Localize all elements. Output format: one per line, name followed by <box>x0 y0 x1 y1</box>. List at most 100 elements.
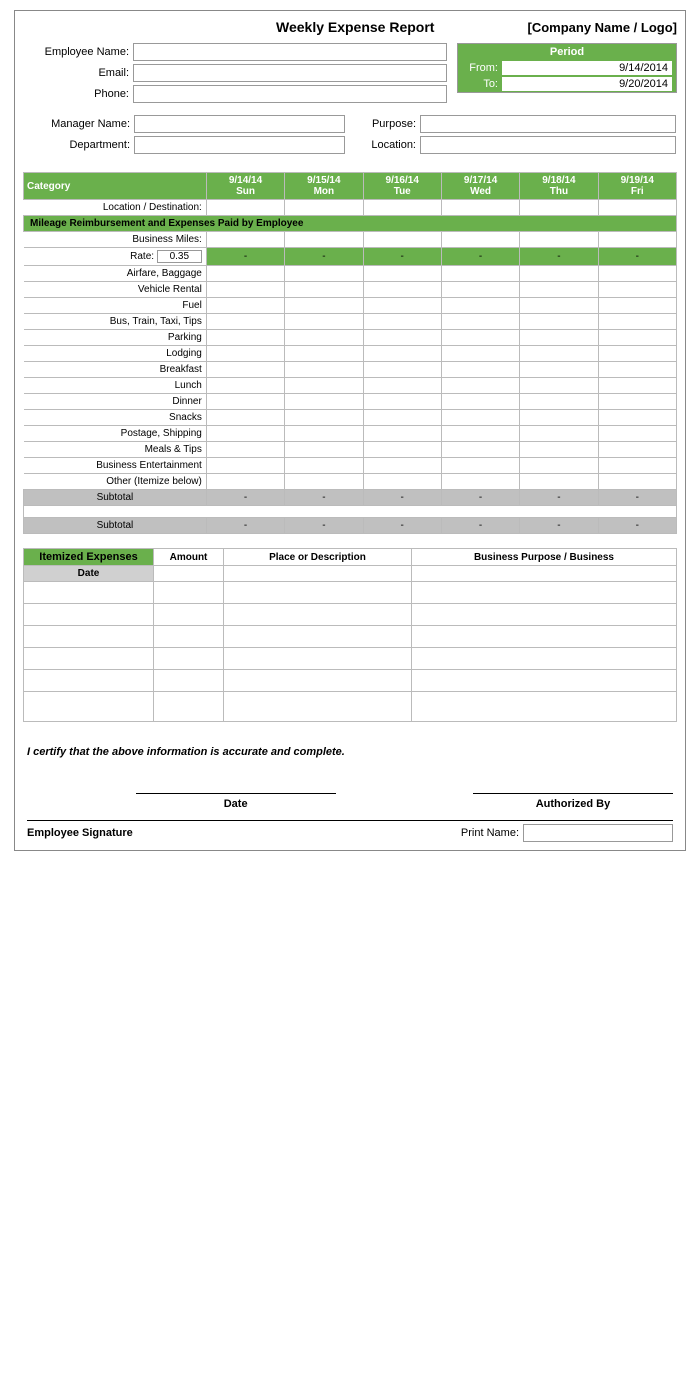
mileage-section-row: Mileage Reimbursement and Expenses Paid … <box>24 216 677 232</box>
rate-fri: - <box>598 248 676 266</box>
period-from-value: 9/14/2014 <box>502 61 672 75</box>
authorized-label: Authorized By <box>473 798 673 810</box>
loc-dest-sun[interactable] <box>206 200 284 216</box>
bm-mon[interactable] <box>285 232 363 248</box>
list-item <box>24 648 677 670</box>
sub1-tue: - <box>363 490 441 506</box>
employee-name-row: Employee Name: <box>23 43 447 61</box>
rate-mon: - <box>285 248 363 266</box>
bm-fri[interactable] <box>598 232 676 248</box>
sig-line-right <box>473 774 673 794</box>
period-to-row: To: 9/20/2014 <box>458 76 676 92</box>
rate-sun: - <box>206 248 284 266</box>
loc-dest-wed[interactable] <box>441 200 519 216</box>
period-from-label: From: <box>462 62 502 74</box>
manager-name-row: Manager Name: <box>24 115 345 133</box>
department-input[interactable] <box>134 136 345 154</box>
sig-line-left <box>136 774 336 794</box>
cat-business-entertainment: Business Entertainment <box>24 458 207 474</box>
email-input[interactable] <box>133 64 447 82</box>
table-row: Bus, Train, Taxi, Tips <box>24 314 677 330</box>
list-item <box>24 626 677 648</box>
date-col-6: 9/19/14 Fri <box>598 173 676 200</box>
cat-meals-tips: Meals & Tips <box>24 442 207 458</box>
bm-wed[interactable] <box>441 232 519 248</box>
manager-name-label: Manager Name: <box>24 118 134 130</box>
table-row: Lodging <box>24 346 677 362</box>
employee-sig-label: Employee Signature <box>27 827 133 839</box>
spacer-row <box>24 506 677 518</box>
page-header: Weekly Expense Report [Company Name / Lo… <box>23 19 677 35</box>
date-label: Date <box>136 798 336 810</box>
place-header: Place or Description <box>224 549 412 566</box>
signature-section: I certify that the above information is … <box>23 734 677 842</box>
location-input[interactable] <box>420 136 676 154</box>
cat-parking: Parking <box>24 330 207 346</box>
period-from-row: From: 9/14/2014 <box>458 60 676 76</box>
itemized-header: Itemized Expenses <box>24 549 154 566</box>
signature-labels: Date Authorized By <box>27 798 673 810</box>
loc-dest-fri[interactable] <box>598 200 676 216</box>
employee-info-section: Employee Name: Email: Phone: Period From… <box>23 43 677 106</box>
table-row: Fuel <box>24 298 677 314</box>
category-header: Category <box>24 173 207 200</box>
location-destination-label: Location / Destination: <box>24 200 207 216</box>
date-col-3: 9/16/14 Tue <box>363 173 441 200</box>
loc-dest-mon[interactable] <box>285 200 363 216</box>
period-box: Period From: 9/14/2014 To: 9/20/2014 <box>457 43 677 106</box>
table-row: Airfare, Baggage <box>24 266 677 282</box>
purpose-row: Purpose: <box>355 115 676 133</box>
cat-other: Other (Itemize below) <box>24 474 207 490</box>
sub1-mon: - <box>285 490 363 506</box>
cat-vehicle: Vehicle Rental <box>24 282 207 298</box>
cat-lunch: Lunch <box>24 378 207 394</box>
bm-tue[interactable] <box>363 232 441 248</box>
itemized-table: Itemized Expenses Amount Place or Descri… <box>23 548 677 722</box>
employee-name-input[interactable] <box>133 43 447 61</box>
employee-name-label: Employee Name: <box>23 46 133 58</box>
loc-dest-tue[interactable] <box>363 200 441 216</box>
sub1-fri: - <box>598 490 676 506</box>
rate-label: Rate: <box>130 251 154 262</box>
cat-dinner: Dinner <box>24 394 207 410</box>
bm-sun[interactable] <box>206 232 284 248</box>
cat-lodging: Lodging <box>24 346 207 362</box>
cat-snacks: Snacks <box>24 410 207 426</box>
phone-input[interactable] <box>133 85 447 103</box>
mileage-section-header: Mileage Reimbursement and Expenses Paid … <box>24 216 677 232</box>
rate-input[interactable] <box>157 250 202 263</box>
list-item <box>24 582 677 604</box>
subtotal-1-label: Subtotal <box>24 490 207 506</box>
manager-name-input[interactable] <box>134 115 345 133</box>
date-col-5: 9/18/14 Thu <box>520 173 598 200</box>
rate-wed: - <box>441 248 519 266</box>
rate-label-cell: Rate: <box>24 248 207 266</box>
cat-breakfast: Breakfast <box>24 362 207 378</box>
purpose-fields: Purpose: Location: <box>355 115 676 157</box>
itemized-header-row: Itemized Expenses Amount Place or Descri… <box>24 549 677 566</box>
date-col-1: 9/14/14 Sun <box>206 173 284 200</box>
subtotal-row-2: Subtotal - - - - - - <box>24 518 677 534</box>
print-name-label: Print Name: <box>461 827 519 839</box>
table-row: Postage, Shipping <box>24 426 677 442</box>
manager-info-section: Manager Name: Department: Purpose: Locat… <box>23 114 677 158</box>
employee-fields: Employee Name: Email: Phone: <box>23 43 447 106</box>
list-item <box>24 670 677 692</box>
purpose-input[interactable] <box>420 115 676 133</box>
table-row: Business Entertainment <box>24 458 677 474</box>
print-name-input[interactable] <box>523 824 673 842</box>
expense-table: Category 9/14/14 Sun 9/15/14 Mon 9/16/14… <box>23 172 677 534</box>
print-name-area: Print Name: <box>461 824 673 842</box>
cat-postage: Postage, Shipping <box>24 426 207 442</box>
sub1-wed: - <box>441 490 519 506</box>
bm-thu[interactable] <box>520 232 598 248</box>
phone-label: Phone: <box>23 88 133 100</box>
department-label: Department: <box>24 139 134 151</box>
loc-dest-thu[interactable] <box>520 200 598 216</box>
amount-header: Amount <box>154 549 224 566</box>
sub2-sun: - <box>206 518 284 534</box>
signature-lines <box>27 774 673 794</box>
certify-text: I certify that the above information is … <box>27 746 673 758</box>
rate-thu: - <box>520 248 598 266</box>
table-row: Breakfast <box>24 362 677 378</box>
